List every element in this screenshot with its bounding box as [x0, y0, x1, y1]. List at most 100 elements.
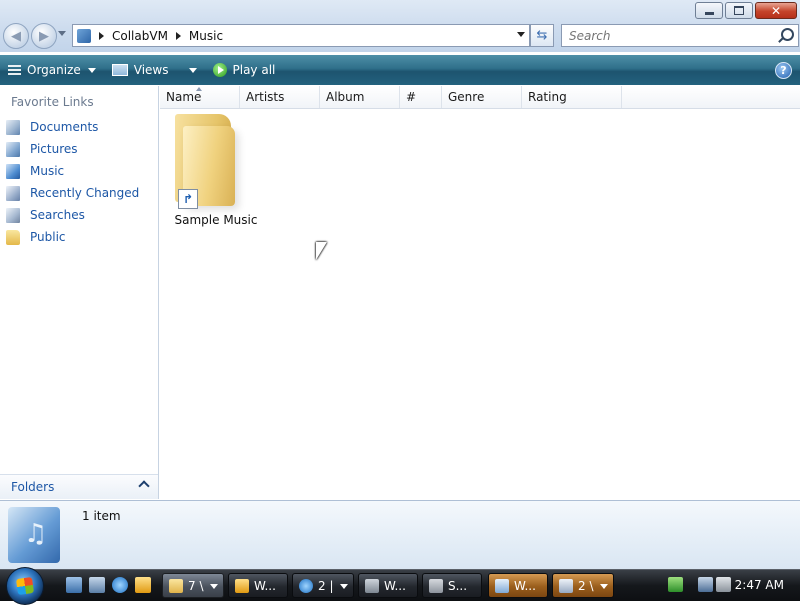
- nav-item-pictures[interactable]: Pictures: [0, 138, 158, 160]
- play-all-label: Play all: [232, 63, 276, 77]
- internet-explorer-icon[interactable]: [112, 577, 128, 593]
- taskbar-button-ie[interactable]: 2 |: [292, 573, 354, 598]
- forward-arrow-icon: ▶: [39, 28, 49, 44]
- folders-toggle[interactable]: Folders: [0, 474, 158, 499]
- nav-item-documents[interactable]: Documents: [0, 116, 158, 138]
- switch-windows-icon[interactable]: [89, 577, 105, 593]
- breadcrumb-music[interactable]: Music: [189, 29, 223, 43]
- views-label: Views: [133, 63, 169, 77]
- recently-changed-icon: [6, 185, 20, 201]
- breadcrumb-separator-icon[interactable]: [99, 31, 104, 40]
- restore-button[interactable]: [725, 2, 753, 19]
- command-toolbar: Organize Views Play all ?: [0, 55, 800, 85]
- chevron-down-icon: [87, 67, 96, 73]
- play-icon: [212, 63, 227, 77]
- folders-label: Folders: [11, 480, 55, 494]
- nav-item-searches[interactable]: Searches: [0, 204, 158, 226]
- address-dropdown-icon[interactable]: [517, 32, 525, 37]
- taskbar-button-wizard[interactable]: W...: [488, 573, 548, 598]
- setup-icon: [495, 578, 509, 593]
- task-label: 2 \: [578, 578, 594, 593]
- chevron-down-icon: [600, 584, 608, 589]
- chevron-down-icon: [340, 584, 348, 589]
- task-label: W...: [514, 578, 536, 593]
- show-desktop-icon[interactable]: [66, 577, 82, 593]
- forward-button[interactable]: ▶: [31, 23, 57, 49]
- printer-icon: [559, 578, 573, 593]
- organize-button[interactable]: Organize: [8, 55, 104, 85]
- nav-item-label: Searches: [30, 208, 85, 222]
- public-folder-icon: [6, 229, 20, 245]
- column-artists[interactable]: Artists: [240, 86, 320, 108]
- search-icon[interactable]: [781, 28, 794, 41]
- close-icon: ✕: [770, 3, 782, 18]
- organize-label: Organize: [27, 63, 81, 77]
- taskbar-button-keyboard[interactable]: W...: [358, 573, 418, 598]
- task-label: S...: [448, 578, 468, 593]
- media-player-icon[interactable]: [135, 577, 151, 593]
- nav-item-label: Documents: [30, 120, 99, 134]
- music-location-icon: [77, 28, 91, 43]
- pictures-icon: [6, 141, 20, 157]
- task-label: 2 |: [318, 578, 334, 593]
- media-player-icon: [235, 578, 249, 593]
- play-all-button[interactable]: Play all: [212, 55, 284, 85]
- help-icon: ?: [780, 64, 787, 77]
- column-track-number[interactable]: #: [400, 86, 442, 108]
- title-address-bar: ✕ ◀ ▶ CollabVM Music ⇆: [0, 0, 800, 52]
- nav-item-recently-changed[interactable]: Recently Changed: [0, 182, 158, 204]
- column-album[interactable]: Album: [320, 86, 400, 108]
- internet-explorer-icon: [299, 578, 313, 593]
- keyboard-icon: [365, 578, 379, 593]
- taskbar-button-print[interactable]: 2 \: [552, 573, 614, 598]
- recent-pages-dropdown[interactable]: [58, 31, 66, 36]
- favorite-links-heading: Favorite Links: [11, 95, 94, 109]
- column-genre[interactable]: Genre: [442, 86, 522, 108]
- nav-item-label: Music: [30, 164, 65, 178]
- views-icon: [111, 64, 128, 76]
- clock[interactable]: 2:47 AM: [735, 578, 784, 592]
- notification-area: 2:47 AM: [664, 570, 800, 601]
- shortcut-arrow-icon: ↱: [178, 189, 198, 209]
- file-list[interactable]: ↱ Sample Music: [160, 109, 800, 499]
- music-icon: [6, 163, 20, 179]
- mouse-cursor-icon: [316, 242, 327, 260]
- nav-item-label: Public: [30, 230, 66, 244]
- chevron-down-icon: [210, 584, 218, 589]
- taskbar: 7 \ W... 2 | W... S... W... 2 \ 2:47 AM: [0, 567, 800, 605]
- speaker-icon: [429, 578, 443, 593]
- taskbar-button-explorer[interactable]: 7 \: [162, 573, 224, 598]
- back-button[interactable]: ◀: [3, 23, 29, 49]
- column-rating[interactable]: Rating: [522, 86, 622, 108]
- search-box[interactable]: [561, 24, 799, 47]
- help-button[interactable]: ?: [775, 62, 792, 79]
- folder-shortcut-icon: ↱: [175, 114, 235, 209]
- views-button[interactable]: Views: [111, 55, 205, 85]
- taskbar-button-sound[interactable]: S...: [422, 573, 482, 598]
- item-count: 1 item: [82, 509, 121, 523]
- nav-item-public[interactable]: Public: [0, 226, 158, 248]
- minimize-button[interactable]: [695, 2, 723, 19]
- task-label: W...: [384, 578, 406, 593]
- task-label: 7 \: [188, 578, 204, 593]
- taskbar-button-media[interactable]: W...: [228, 573, 288, 598]
- windows-update-icon[interactable]: [668, 577, 683, 592]
- start-button[interactable]: [6, 567, 44, 605]
- address-bar[interactable]: CollabVM Music: [72, 24, 530, 47]
- breadcrumb-separator-icon[interactable]: [175, 31, 181, 40]
- chevron-down-icon: [188, 67, 197, 73]
- searches-icon: [6, 207, 20, 223]
- search-input[interactable]: [567, 25, 771, 46]
- nav-item-label: Pictures: [30, 142, 78, 156]
- column-name[interactable]: Name: [160, 86, 240, 108]
- breadcrumb-collabvm[interactable]: CollabVM: [112, 29, 168, 43]
- nav-item-label: Recently Changed: [30, 186, 140, 200]
- network-icon[interactable]: [698, 577, 713, 592]
- volume-muted-icon[interactable]: [716, 577, 731, 592]
- file-item[interactable]: ↱ Sample Music: [166, 112, 266, 232]
- refresh-button[interactable]: ⇆: [530, 24, 554, 47]
- nav-item-music[interactable]: Music: [0, 160, 158, 182]
- window-controls: ✕: [695, 2, 797, 19]
- favorite-links-list: Documents Pictures Music Recently Change…: [0, 116, 158, 248]
- close-button[interactable]: ✕: [755, 2, 797, 19]
